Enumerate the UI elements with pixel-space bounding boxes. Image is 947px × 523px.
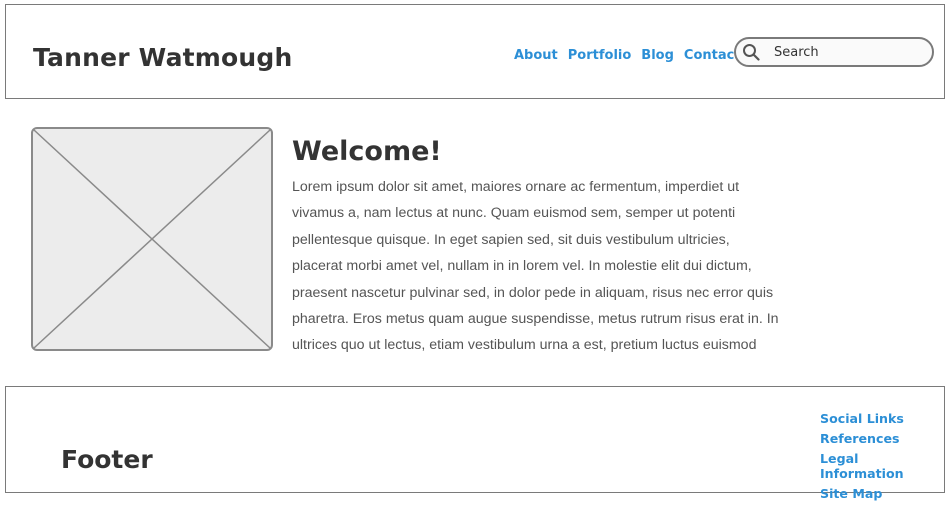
- main-nav: About Portfolio Blog Contact: [514, 48, 741, 63]
- site-title[interactable]: Tanner Watmough: [33, 43, 293, 72]
- nav-contact-link[interactable]: Contact: [684, 48, 741, 63]
- main-content: Welcome! Lorem ipsum dolor sit amet, mai…: [292, 134, 882, 359]
- footer-title: Footer: [61, 445, 153, 474]
- image-placeholder: [31, 127, 273, 351]
- header: Tanner Watmough About Portfolio Blog Con…: [5, 4, 945, 99]
- body-line: placerat morbi amet vel, nullam in in lo…: [292, 258, 752, 275]
- body-line: praesent nascetur pulvinar sed, in dolor…: [292, 284, 774, 301]
- search-icon: [743, 44, 760, 61]
- nav-about-link[interactable]: About: [514, 48, 558, 63]
- footer-link-references[interactable]: References: [820, 431, 944, 446]
- body-line: ultrices quo ut lectus, etiam vestibulum…: [292, 337, 757, 354]
- search-placeholder: Search: [774, 45, 819, 60]
- body-line: Lorem ipsum dolor sit amet, maiores orna…: [292, 179, 740, 195]
- footer: Footer Social Links References Legal Inf…: [5, 386, 945, 501]
- search-input[interactable]: Search: [734, 37, 934, 67]
- body-line: pellentesque quisque. In eget sapien sed…: [292, 231, 730, 248]
- footer-link-sitemap[interactable]: Site Map: [820, 486, 944, 501]
- footer-link-legal[interactable]: Legal Information: [820, 451, 944, 481]
- page-heading: Welcome!: [292, 136, 442, 167]
- nav-portfolio-link[interactable]: Portfolio: [568, 48, 632, 63]
- footer-link-social[interactable]: Social Links: [820, 411, 944, 426]
- footer-links: Social Links References Legal Informatio…: [820, 411, 944, 501]
- body-line: vivamus a, nam lectus at nunc. Quam euis…: [292, 205, 736, 222]
- body-line: pharetra. Eros metus quam augue suspendi…: [292, 311, 779, 328]
- body-text: Lorem ipsum dolor sit amet, maiores orna…: [292, 174, 882, 359]
- nav-blog-link[interactable]: Blog: [641, 48, 674, 63]
